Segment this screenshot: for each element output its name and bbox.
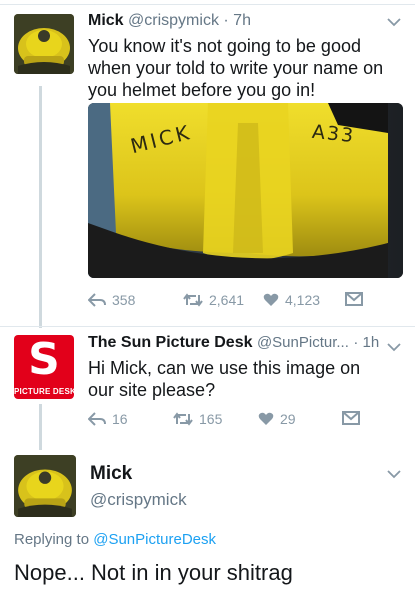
mick-avatar-large[interactable] [14, 455, 76, 517]
heart-icon [263, 293, 279, 306]
tweet2-reply-count: 16 [112, 411, 128, 427]
tweet2-actions: 16 165 29 [88, 411, 378, 431]
thread-connector [39, 404, 42, 450]
tweet2-like-button[interactable]: 29 [258, 411, 296, 427]
tweet1-retweet-button[interactable]: 2,641 [183, 292, 244, 308]
tweet1-retweet-count: 2,641 [209, 292, 245, 308]
tweet3-name[interactable]: Mick [90, 463, 132, 485]
top-divider [0, 4, 415, 5]
tweet1-text: You know it's not going to be good when … [88, 36, 384, 100]
tweet2-reply-button[interactable]: 16 [88, 411, 128, 427]
reply-icon [88, 293, 106, 307]
divider [0, 326, 415, 327]
tweet1-actions: 358 2,641 4,123 [88, 292, 378, 312]
sun-picture-desk-avatar[interactable]: S PICTURE DESK [14, 335, 74, 399]
tweet3-handle[interactable]: @crispymick [90, 490, 187, 510]
tweet1-header: Mick @crispymick · 7h [88, 12, 251, 30]
tweet1-like-count: 4,123 [285, 292, 321, 308]
tweet2-handle[interactable]: @SunPictur... [257, 334, 349, 351]
helmet-avatar-image [14, 455, 76, 517]
tweet2-time[interactable]: · 1h [353, 334, 379, 351]
heart-icon [258, 412, 274, 425]
sun-logo-letter: S [28, 335, 60, 385]
sun-logo-label: PICTURE DESK [14, 385, 74, 399]
envelope-icon [342, 411, 360, 425]
replying-prefix: Replying to [14, 531, 90, 548]
tweet1-reply-button[interactable]: 358 [88, 292, 135, 308]
tweet1-chevron-down-icon[interactable] [387, 14, 401, 30]
retweet-icon [173, 412, 193, 426]
tweet1-dm-button[interactable] [345, 292, 363, 306]
tweet1-reply-count: 358 [112, 292, 136, 308]
reply-icon [88, 412, 106, 426]
tweet2-retweet-button[interactable]: 165 [173, 411, 222, 427]
thread-connector [39, 86, 42, 328]
tweet2-text: Hi Mick, can we use this image on our si… [88, 358, 361, 400]
tweet3-chevron-down-icon[interactable] [387, 466, 401, 482]
tweet1-time[interactable]: · 7h [223, 12, 251, 29]
tweet2-name[interactable]: The Sun Picture Desk [88, 334, 253, 351]
tweet1-handle[interactable]: @crispymick [128, 12, 219, 29]
tweet3-text: Nope... Not in in your shitrag [14, 560, 293, 585]
tweet1-name[interactable]: Mick [88, 12, 124, 29]
replying-to-link[interactable]: @SunPictureDesk [93, 531, 216, 548]
tweet1-like-button[interactable]: 4,123 [263, 292, 320, 308]
replying-to-line: Replying to @SunPictureDesk [14, 531, 216, 548]
tweet1-media-helmet-photo[interactable]: MICK A33 [88, 103, 403, 278]
envelope-icon [345, 292, 363, 306]
tweet2-retweet-count: 165 [199, 411, 223, 427]
helmet-avatar-image [14, 14, 74, 74]
mick-avatar[interactable] [14, 14, 74, 74]
tweet2-chevron-down-icon[interactable] [387, 339, 401, 355]
retweet-icon [183, 293, 203, 307]
tweet2-header: The Sun Picture Desk @SunPictur... · 1h [88, 334, 379, 352]
helmet-writing-right: A33 [310, 120, 357, 148]
tweet2-dm-button[interactable] [342, 411, 360, 425]
tweet2-like-count: 29 [280, 411, 296, 427]
